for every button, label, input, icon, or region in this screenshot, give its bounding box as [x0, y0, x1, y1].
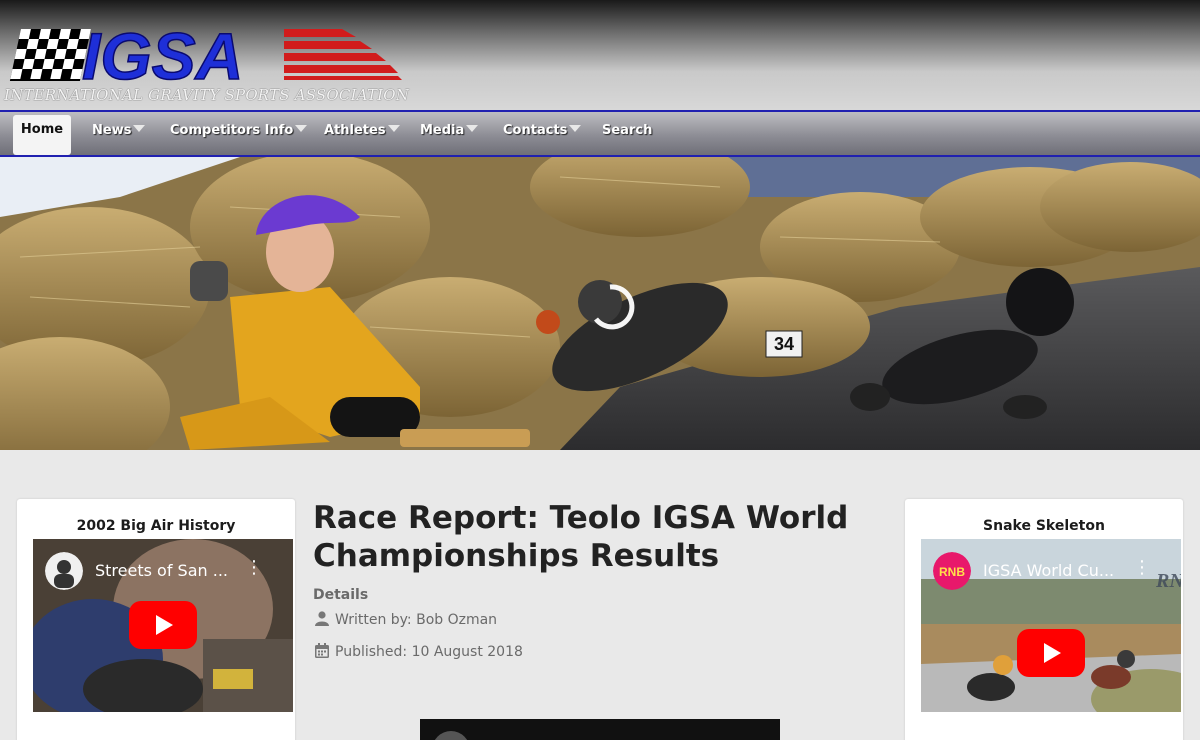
article-embedded-video[interactable] [420, 719, 780, 740]
channel-avatar[interactable]: RNB [933, 552, 971, 590]
embedded-video[interactable]: RN RNB IGSA World Cu... ⋮ [921, 539, 1181, 712]
video-title[interactable]: IGSA World Cu... [983, 561, 1114, 580]
more-options-icon[interactable]: ⋮ [1133, 559, 1151, 577]
nav-item-competitors-info[interactable]: Competitors Info [170, 112, 308, 155]
play-button-icon[interactable] [129, 601, 197, 649]
caret-down-icon [387, 125, 400, 132]
site-tagline: INTERNATIONAL GRAVITY SPORTS ASSOCIATION [4, 86, 410, 104]
right-sidebar-module: Snake Skeleton RN RNB IGSA World Cu... ⋮ [905, 499, 1183, 740]
nav-label: Media [420, 123, 465, 138]
nav-label: Search [602, 123, 653, 138]
embedded-video[interactable]: Streets of San ... ⋮ [33, 539, 293, 712]
nav-item-media[interactable]: Media [420, 112, 479, 155]
main-nav: Home News Competitors Info Athletes Medi… [0, 110, 1200, 157]
svg-text:RNB: RNB [939, 565, 965, 579]
nav-item-contacts[interactable]: Contacts [503, 112, 582, 155]
calendar-icon [315, 643, 329, 658]
module-title: 2002 Big Air History [76, 518, 236, 534]
caret-down-icon [295, 125, 308, 132]
caret-down-icon [133, 125, 146, 132]
published-row: Published: 10 August 2018 [315, 643, 523, 660]
left-sidebar-module: 2002 Big Air History Streets of San ... … [17, 499, 295, 740]
video-title[interactable]: Streets of San ... [95, 561, 228, 580]
caret-down-icon [466, 125, 479, 132]
play-button-icon[interactable] [1017, 629, 1085, 677]
nav-label: Athletes [324, 123, 386, 138]
module-title: Snake Skeleton [983, 518, 1105, 534]
site-header: IGSA INTERNATIONAL GRAVITY SPORTS ASSOCI… [0, 0, 1200, 110]
author-row: Written by: Bob Ozman [315, 611, 497, 628]
logo-wordmark: IGSA [82, 24, 243, 93]
published-text: Published: 10 August 2018 [335, 644, 523, 660]
user-icon [315, 611, 329, 626]
nav-label: Competitors Info [170, 123, 294, 138]
checkered-flag-icon [9, 29, 91, 81]
channel-avatar[interactable] [45, 552, 83, 590]
nav-item-search[interactable]: Search [602, 112, 652, 155]
channel-watermark: RN [1155, 570, 1181, 592]
channel-avatar[interactable] [432, 731, 470, 740]
nav-item-home[interactable]: Home [13, 115, 71, 155]
article-title: Race Report: Teolo IGSA World Championsh… [313, 500, 849, 574]
details-label: Details [313, 587, 369, 603]
author-text: Written by: Bob Ozman [335, 612, 498, 628]
more-options-icon[interactable]: ⋮ [245, 559, 263, 577]
speed-stripes [284, 29, 402, 80]
caret-down-icon [569, 125, 582, 132]
nav-item-athletes[interactable]: Athletes [324, 112, 400, 155]
nav-item-news[interactable]: News [92, 112, 146, 155]
nav-label: Home [20, 122, 64, 137]
nav-label: News [92, 123, 132, 138]
bib-number: 34 [774, 334, 794, 354]
hero-banner-image: 34 [0, 157, 1200, 450]
nav-label: Contacts [503, 123, 568, 138]
